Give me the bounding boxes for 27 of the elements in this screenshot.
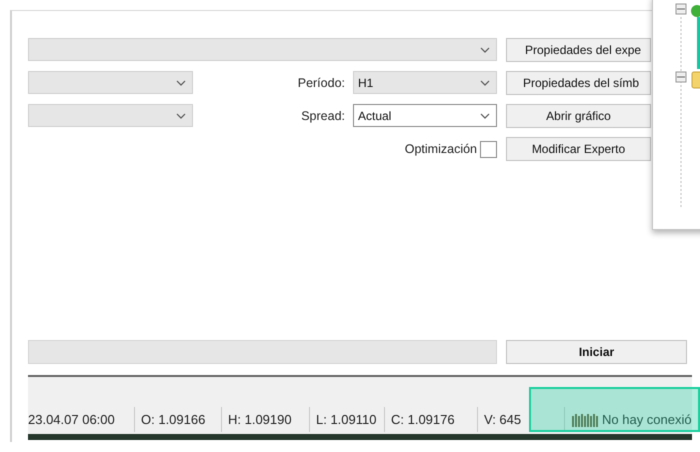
collapse-icon[interactable]	[676, 72, 686, 82]
status-cell: V: 645	[478, 407, 530, 432]
action-button[interactable]: Propiedades del expe	[506, 38, 651, 62]
status-cell: H: 1.09190	[222, 407, 310, 432]
action-button[interactable]: Propiedades del símb	[506, 71, 651, 95]
start-button[interactable]: Iniciar	[506, 340, 687, 364]
checkbox[interactable]	[480, 140, 497, 158]
status-cell: C: 1.09176	[385, 407, 478, 432]
action-button[interactable]: Modificar Experto	[506, 137, 651, 161]
status-cell: 23.04.07 06:00	[28, 407, 135, 432]
checkbox-label: Optimización	[404, 142, 477, 156]
field-label: Spread:	[301, 109, 345, 123]
chevron-down-icon	[480, 46, 490, 52]
status-cell: L: 1.09110	[310, 407, 385, 432]
connection-status: No hay conexió	[602, 412, 692, 427]
chevron-down-icon	[480, 80, 490, 86]
action-button[interactable]: Abrir gráfico	[506, 104, 651, 128]
collapse-icon[interactable]	[676, 4, 686, 14]
folder-icon	[692, 72, 700, 88]
field-label: Período:	[298, 76, 345, 90]
chevron-down-icon	[176, 80, 186, 86]
signal-bars-icon	[572, 412, 598, 426]
connector-line	[697, 17, 700, 69]
chevron-down-icon	[176, 112, 186, 118]
chevron-down-icon	[480, 112, 490, 118]
status-cell: O: 1.09166	[135, 407, 222, 432]
dropdown-field[interactable]: Actual	[353, 104, 497, 127]
